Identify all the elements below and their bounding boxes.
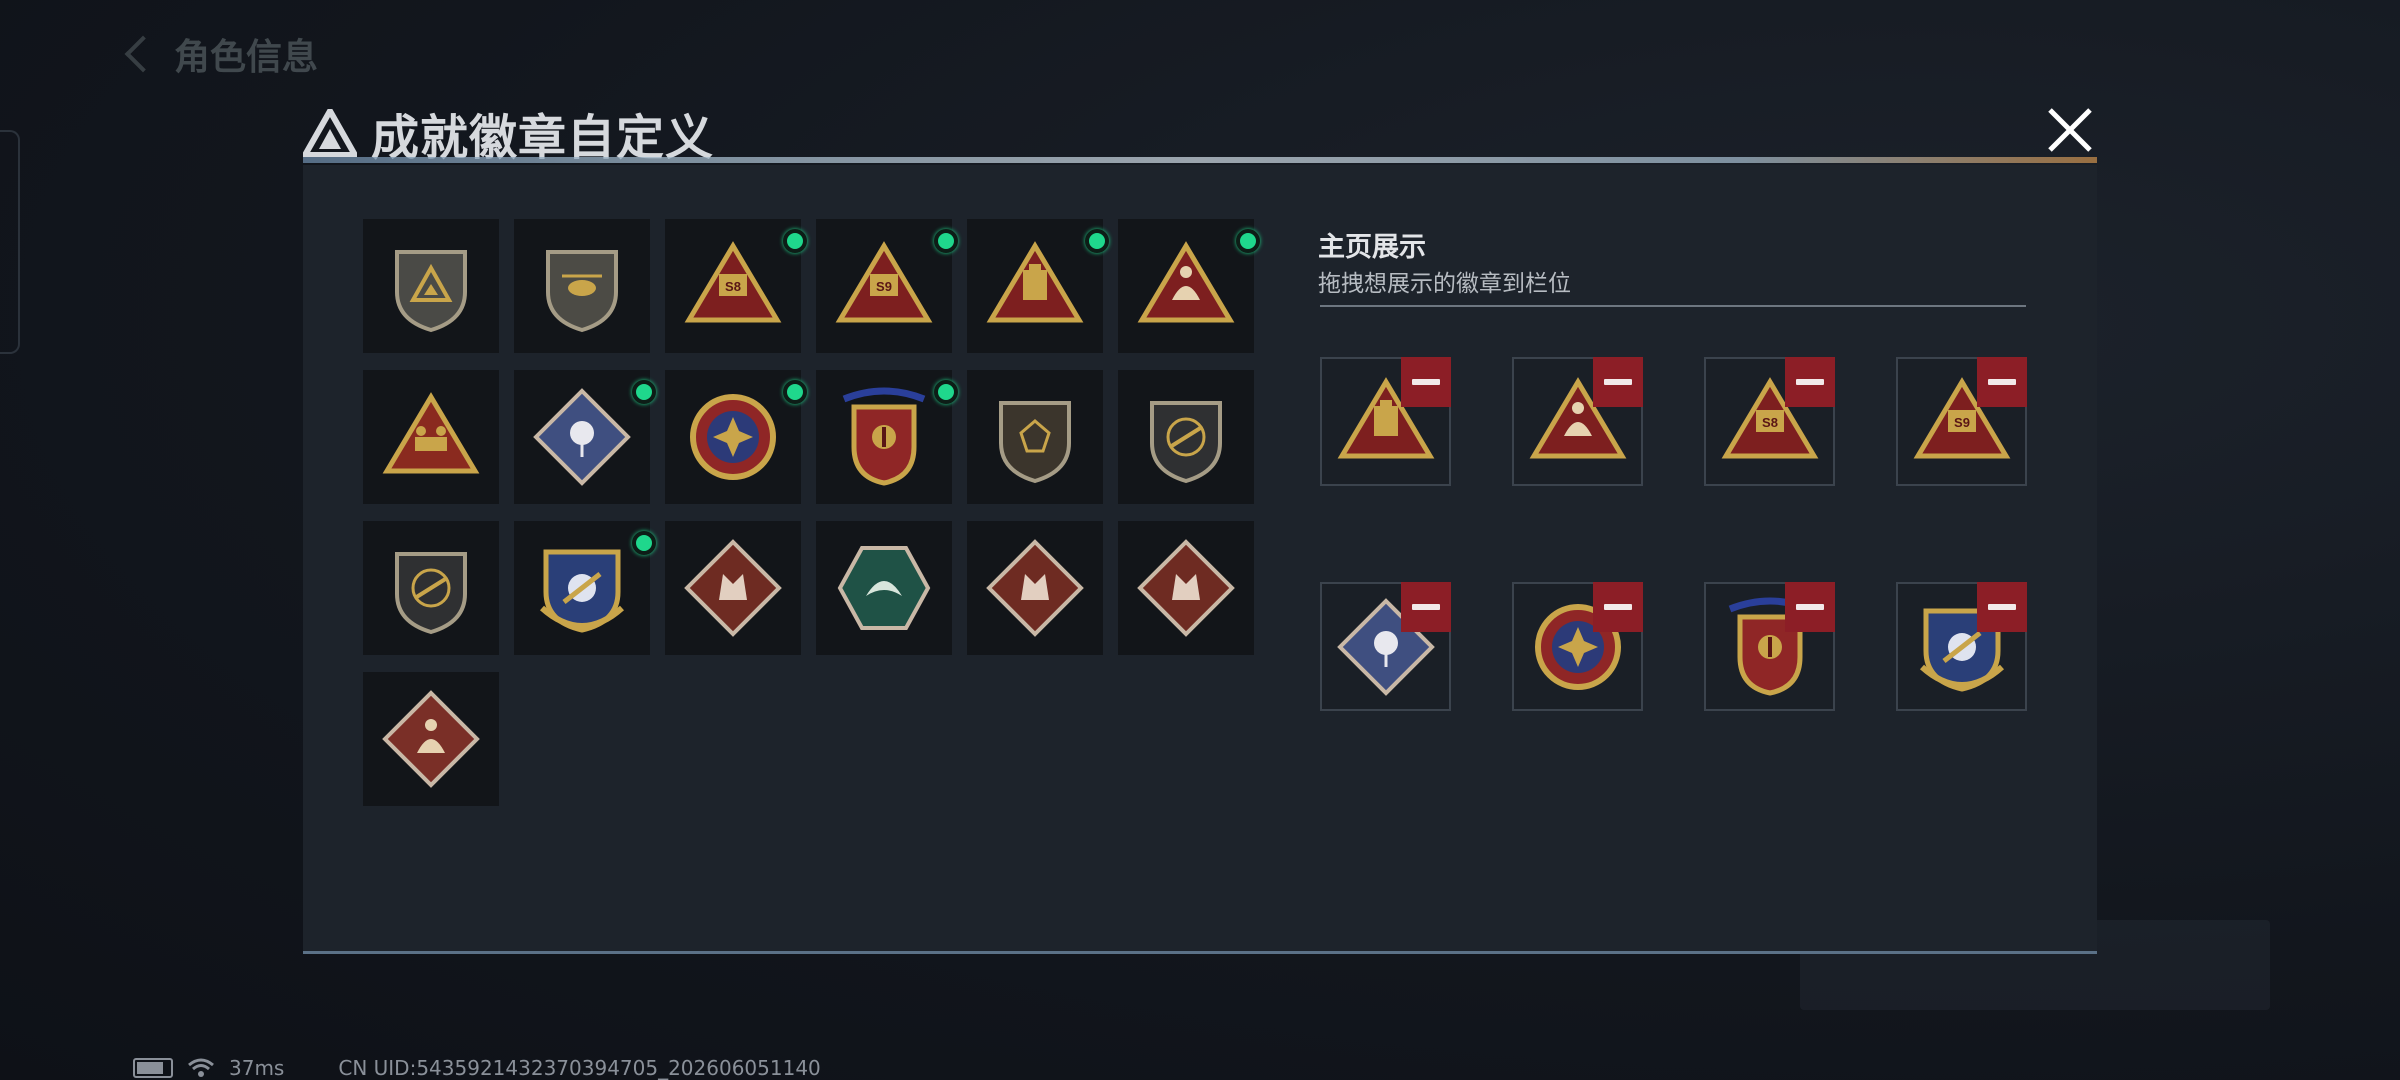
owned-badge-slot[interactable]: S9: [816, 219, 958, 353]
remove-badge-button[interactable]: [1593, 582, 1643, 632]
showcase-slot[interactable]: [1704, 582, 1835, 711]
new-indicator-dot: [934, 380, 958, 404]
showcase-slot[interactable]: [1512, 582, 1643, 711]
owned-badge-slot[interactable]: [816, 370, 958, 504]
owned-badge-grid: S8 S9: [363, 219, 1260, 806]
star-medal-badge-icon: [673, 377, 793, 497]
remove-badge-button[interactable]: [1401, 357, 1451, 407]
owned-badge-slot[interactable]: [967, 521, 1103, 655]
owned-badge-slot[interactable]: [363, 672, 499, 806]
new-indicator-dot: [632, 531, 656, 555]
remove-badge-button[interactable]: [1977, 582, 2027, 632]
owned-badge-slot[interactable]: [1118, 219, 1260, 353]
rifle-shield-badge-icon: [1126, 377, 1246, 497]
owned-badge-slot[interactable]: [514, 370, 656, 504]
minus-icon: [1988, 379, 2016, 385]
owned-badge-slot[interactable]: S8: [665, 219, 807, 353]
remove-badge-button[interactable]: [1593, 357, 1643, 407]
owned-badge-slot[interactable]: [1118, 521, 1254, 655]
background-title: 角色信息: [174, 37, 319, 78]
owned-badge-slot[interactable]: [967, 219, 1109, 353]
showcase-slot[interactable]: [1512, 357, 1643, 486]
owned-badge-slot[interactable]: [363, 219, 499, 353]
back-chevron-icon: [124, 35, 162, 73]
showcase-slot[interactable]: S8: [1704, 357, 1835, 486]
eagle-crest-badge-icon: [824, 377, 944, 497]
remove-badge-button[interactable]: [1977, 357, 2027, 407]
close-icon[interactable]: [2040, 100, 2100, 160]
runner-diamond-badge-icon: [371, 679, 491, 799]
dragon-diamond-badge-2-icon: [1126, 528, 1246, 648]
new-indicator-dot: [1085, 229, 1109, 253]
owned-badge-slot[interactable]: [514, 219, 650, 353]
sitting-figure-triangle-badge-icon: [1126, 226, 1246, 346]
modal-top-rule: [303, 157, 2097, 163]
owned-badge-slot[interactable]: [967, 370, 1103, 504]
svg-text:S8: S8: [1762, 415, 1778, 430]
battery-icon: [133, 1058, 173, 1078]
showcase-slot[interactable]: [1896, 582, 2027, 711]
owned-badge-slot[interactable]: [665, 521, 801, 655]
owned-badge-slot[interactable]: [514, 521, 656, 655]
new-indicator-dot: [783, 380, 807, 404]
green-hexagon-badge-icon: [824, 528, 944, 648]
owned-badge-slot[interactable]: [816, 521, 952, 655]
background-header: 角色信息: [124, 28, 319, 80]
rifle-shield-badge-2-icon: [371, 528, 491, 648]
new-indicator-dot: [632, 380, 656, 404]
side-tab-handle: [0, 130, 20, 354]
s9-winged-triangle-badge-icon: S9: [824, 226, 944, 346]
new-indicator-dot: [934, 229, 958, 253]
owned-badge-slot[interactable]: [363, 370, 499, 504]
svg-text:S8: S8: [725, 279, 741, 294]
wifi-icon: [187, 1057, 215, 1079]
showcase-subtitle: 拖拽想展示的徽章到栏位: [1318, 271, 1571, 297]
rose-diamond-badge-icon: [522, 377, 642, 497]
svg-text:S9: S9: [1954, 415, 1970, 430]
showcase-slot-grid: S8 S9: [1320, 357, 2027, 711]
showcase-slot[interactable]: [1320, 357, 1451, 486]
status-bar: 37ms CN UID:5435921432370394705_20260605…: [133, 1056, 821, 1080]
navy-laurel-shield-badge-icon: [522, 528, 642, 648]
dragon-diamond-badge-icon: [975, 528, 1095, 648]
minus-icon: [1412, 379, 1440, 385]
new-indicator-dot: [1236, 229, 1260, 253]
showcase-slot[interactable]: [1320, 582, 1451, 711]
close-button[interactable]: [2040, 100, 2100, 160]
remove-badge-button[interactable]: [1785, 357, 1835, 407]
new-indicator-dot: [783, 229, 807, 253]
skull-shield-badge-icon: [975, 377, 1095, 497]
owned-badge-slot[interactable]: [363, 521, 499, 655]
ping-value: 37ms: [229, 1056, 285, 1080]
minus-icon: [1604, 604, 1632, 610]
remove-badge-button[interactable]: [1401, 582, 1451, 632]
minus-icon: [1796, 604, 1824, 610]
showcase-title: 主页展示: [1318, 232, 1426, 263]
showcase-divider: [1320, 305, 2026, 307]
s8-red-triangle-badge-icon: S8: [673, 226, 793, 346]
gray-triangle-shield-badge-icon: [371, 226, 491, 346]
uid-text: CN UID:5435921432370394705_202606051140: [338, 1056, 821, 1080]
wolf-diamond-badge-icon: [673, 528, 793, 648]
gold-box-triangle-badge-icon: [975, 226, 1095, 346]
remove-badge-button[interactable]: [1785, 582, 1835, 632]
owned-badge-slot[interactable]: [665, 370, 807, 504]
minus-icon: [1412, 604, 1440, 610]
delta-logo-icon: [303, 109, 357, 157]
minus-icon: [1604, 379, 1632, 385]
minus-icon: [1796, 379, 1824, 385]
helicopter-shield-badge-icon: [522, 226, 642, 346]
svg-text:S9: S9: [876, 279, 892, 294]
showcase-slot[interactable]: S9: [1896, 357, 2027, 486]
owned-badge-slot[interactable]: [1118, 370, 1254, 504]
squad-triangle-badge-icon: [371, 377, 491, 497]
minus-icon: [1988, 604, 2016, 610]
